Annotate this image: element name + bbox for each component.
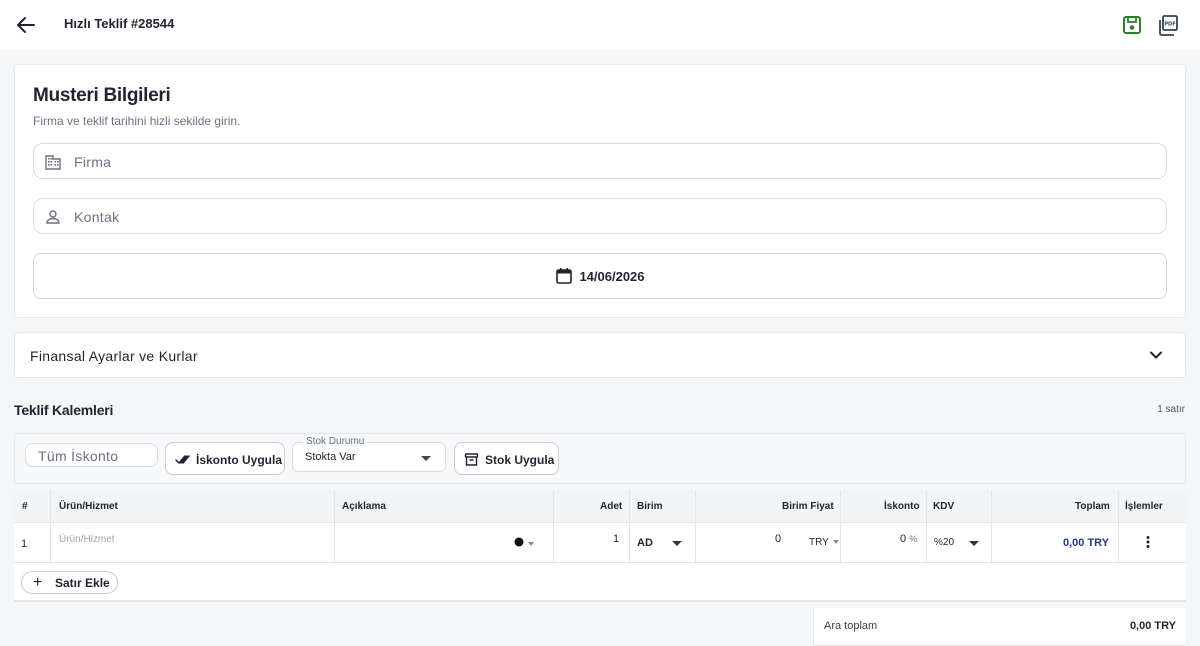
calendar-icon bbox=[556, 268, 573, 284]
page-title: Hızlı Teklif #28544 bbox=[64, 16, 175, 31]
global-discount-placeholder: Tüm İskonto bbox=[38, 448, 119, 464]
plus-icon: + bbox=[33, 574, 43, 591]
save-button[interactable] bbox=[1121, 14, 1143, 36]
global-discount-input[interactable]: Tüm İskonto bbox=[25, 443, 158, 467]
column-header-quantity: Adet bbox=[600, 501, 623, 512]
subtotal-value: 0,00 TRY bbox=[1129, 620, 1176, 632]
stock-status-select[interactable]: Stok Durumu Stokta Var bbox=[292, 436, 446, 472]
finance-settings-label: Finansal Ayarlar ve Kurlar bbox=[30, 348, 198, 364]
unit-price-input[interactable]: 0 bbox=[775, 533, 781, 545]
dropdown-caret-icon bbox=[528, 542, 534, 546]
color-picker[interactable] bbox=[514, 537, 534, 550]
subtotal-label: Ara toplam bbox=[824, 620, 878, 632]
customer-section-subtitle: Firma ve teklif tarihini hizli sekilde g… bbox=[33, 114, 241, 128]
building-icon bbox=[45, 155, 61, 170]
discount-input[interactable]: 0 % bbox=[900, 533, 917, 545]
column-header-total: Toplam bbox=[1075, 501, 1110, 512]
apply-stock-label: Stok Uygula bbox=[485, 453, 555, 467]
row-index: 1 bbox=[21, 538, 28, 550]
person-icon bbox=[46, 210, 60, 224]
firma-placeholder: Firma bbox=[74, 154, 112, 170]
discount-unit: % bbox=[909, 534, 918, 544]
firma-field[interactable]: Firma bbox=[33, 143, 1167, 179]
kontak-field[interactable]: Kontak bbox=[33, 198, 1167, 234]
column-header-unit-price: Birim Fiyat bbox=[782, 501, 834, 512]
date-value: 14/06/2026 bbox=[579, 269, 645, 284]
product-input[interactable]: Ürün/Hizmet bbox=[59, 534, 115, 545]
table-header: # Ürün/Hizmet Açıklama Adet Birim Birim … bbox=[14, 490, 1186, 523]
dropdown-caret-icon bbox=[832, 540, 839, 544]
currency-value: TRY bbox=[809, 537, 829, 548]
column-header-index: # bbox=[22, 501, 28, 512]
totals-panel: Ara toplam 0,00 TRY bbox=[813, 608, 1186, 646]
kontak-placeholder: Kontak bbox=[74, 209, 120, 225]
double-check-icon bbox=[175, 455, 190, 464]
customer-section-title: Musteri Bilgileri bbox=[33, 85, 171, 106]
column-header-vat: KDV bbox=[933, 501, 955, 512]
svg-text:PDF: PDF bbox=[1164, 22, 1175, 28]
color-dot-icon bbox=[514, 537, 524, 547]
vat-select[interactable]: %20 bbox=[934, 537, 954, 548]
row-count-label: 1 satır bbox=[1157, 404, 1185, 415]
column-header-unit: Birim bbox=[637, 501, 663, 512]
unit-select[interactable]: AD bbox=[637, 537, 653, 549]
pdf-export-button[interactable]: PDF bbox=[1157, 14, 1179, 36]
table-row: 1 Ürün/Hizmet 1 AD 0 TRY 0 % %20 0,00 TR… bbox=[14, 524, 1186, 563]
column-header-actions: İşlemler bbox=[1125, 501, 1163, 512]
dropdown-caret-icon bbox=[421, 456, 431, 461]
quantity-input[interactable]: 1 bbox=[613, 533, 619, 545]
date-display: 14/06/2026 bbox=[34, 267, 1166, 285]
dropdown-caret-icon bbox=[672, 541, 682, 546]
column-header-discount: İskonto bbox=[884, 501, 920, 512]
stock-status-value: Stokta Var bbox=[305, 451, 356, 463]
customer-info-card: Musteri Bilgileri Firma ve teklif tarihi… bbox=[14, 64, 1186, 318]
pdf-icon: PDF bbox=[1159, 15, 1178, 36]
dropdown-caret-icon bbox=[969, 541, 979, 546]
chevron-down-icon bbox=[1150, 351, 1162, 359]
items-section-title: Teklif Kalemleri bbox=[14, 402, 114, 418]
discount-value: 0 bbox=[900, 533, 907, 545]
add-row-label: Satır Ekle bbox=[55, 576, 110, 590]
row-actions-button[interactable] bbox=[1145, 535, 1151, 552]
currency-select[interactable]: TRY bbox=[809, 537, 839, 548]
apply-discount-label: İskonto Uygula bbox=[196, 453, 283, 467]
finance-settings-accordion[interactable]: Finansal Ayarlar ve Kurlar bbox=[14, 332, 1186, 378]
column-header-product: Ürün/Hizmet bbox=[59, 501, 118, 512]
arrow-left-icon bbox=[17, 17, 35, 33]
date-picker-field[interactable]: 14/06/2026 bbox=[33, 253, 1167, 299]
back-button[interactable] bbox=[14, 13, 38, 37]
save-icon bbox=[1123, 16, 1141, 34]
archive-box-icon bbox=[464, 453, 479, 466]
items-table: # Ürün/Hizmet Açıklama Adet Birim Birim … bbox=[14, 490, 1186, 602]
more-vertical-icon bbox=[1146, 536, 1150, 548]
apply-discount-button[interactable]: İskonto Uygula bbox=[165, 442, 285, 475]
column-header-description: Açıklama bbox=[342, 501, 386, 512]
top-app-bar: Hızlı Teklif #28544 PDF bbox=[0, 0, 1200, 50]
stock-status-legend: Stok Durumu bbox=[303, 436, 368, 447]
apply-stock-button[interactable]: Stok Uygula bbox=[454, 442, 559, 475]
add-row-button[interactable]: + Satır Ekle bbox=[21, 571, 118, 594]
row-total: 0,00 TRY bbox=[1063, 537, 1110, 549]
items-toolbar: Tüm İskonto İskonto Uygula Stok Durumu S… bbox=[14, 433, 1186, 484]
